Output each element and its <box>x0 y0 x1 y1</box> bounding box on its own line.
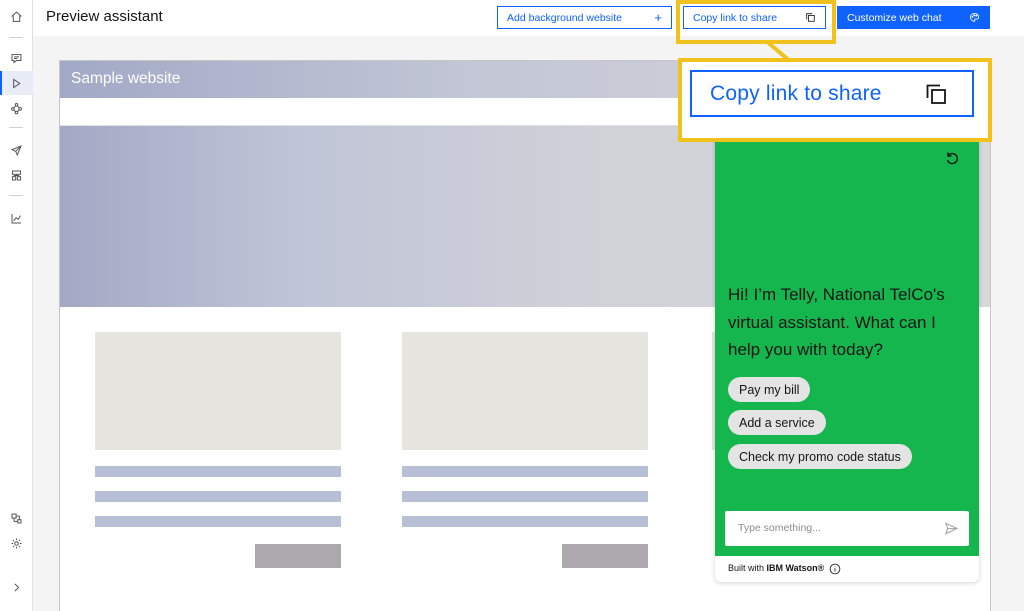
palette-icon <box>969 12 980 22</box>
chat-home-screen: Hi! I’m Telly, National TelCo's virtual … <box>715 80 979 556</box>
integrations-icon[interactable] <box>0 506 33 530</box>
analytics-icon[interactable] <box>0 206 33 230</box>
sample-website-title: Sample website <box>71 70 181 87</box>
chat-input[interactable]: Type something... <box>725 511 969 546</box>
rail-separator <box>9 195 23 196</box>
customize-web-chat-button[interactable]: Customize web chat <box>837 6 990 29</box>
option-add-a-service[interactable]: Add a service <box>728 410 826 435</box>
placeholder-text-line <box>402 491 648 502</box>
copy-icon <box>926 84 946 104</box>
built-with-prefix: Built with <box>728 563 767 573</box>
expand-icon[interactable] <box>0 575 33 599</box>
placeholder-text-line <box>95 491 341 502</box>
option-check-promo-status[interactable]: Check my promo code status <box>728 444 912 469</box>
chat-greeting: Hi! I’m Telly, National TelCo's virtual … <box>728 285 945 359</box>
rail-separator <box>9 127 23 128</box>
option-pay-my-bill[interactable]: Pay my bill <box>728 377 811 402</box>
zoomed-copy-link-button: Copy link to share <box>690 70 974 117</box>
actions-icon[interactable] <box>0 96 33 120</box>
placeholder-text-line <box>402 466 648 477</box>
placeholder-button <box>562 544 648 568</box>
add-background-website-label: Add background website <box>507 11 622 24</box>
placeholder-text-line <box>402 516 648 527</box>
customize-web-chat-label: Customize web chat <box>847 11 942 24</box>
settings-icon[interactable] <box>0 531 33 555</box>
web-chat-widget: Hi! I’m Telly, National TelCo's virtual … <box>715 80 979 582</box>
chat-input-placeholder: Type something... <box>738 522 821 534</box>
preview-icon[interactable] <box>0 71 33 95</box>
app-window: Preview assistant Add background website… <box>0 0 1024 611</box>
zoomed-copy-link-label: Copy link to share <box>710 81 882 105</box>
rail-separator <box>9 37 23 38</box>
restart-icon[interactable] <box>944 150 962 168</box>
add-icon: + <box>654 10 662 25</box>
built-with-brand: IBM Watson® <box>766 563 825 573</box>
placeholder-text-line <box>95 516 341 527</box>
placeholder-text-line <box>95 466 341 477</box>
send-icon[interactable] <box>944 521 959 536</box>
side-nav-rail <box>0 0 33 611</box>
placeholder-button <box>255 544 341 568</box>
page-header: Preview assistant Add background website… <box>33 0 1024 36</box>
page-title: Preview assistant <box>46 8 163 25</box>
zoomed-callout: Copy link to share <box>678 58 992 142</box>
home-icon[interactable] <box>0 4 33 28</box>
placeholder-image <box>402 332 648 450</box>
built-with-label: Built with IBM Watson® <box>728 563 824 573</box>
chat-icon[interactable] <box>0 46 33 70</box>
publish-icon[interactable] <box>0 138 33 162</box>
placeholder-image <box>95 332 341 450</box>
environments-icon[interactable] <box>0 163 33 187</box>
info-icon[interactable] <box>829 562 841 575</box>
highlight-frame-small <box>676 0 836 44</box>
add-background-website-button[interactable]: Add background website + <box>497 6 672 29</box>
